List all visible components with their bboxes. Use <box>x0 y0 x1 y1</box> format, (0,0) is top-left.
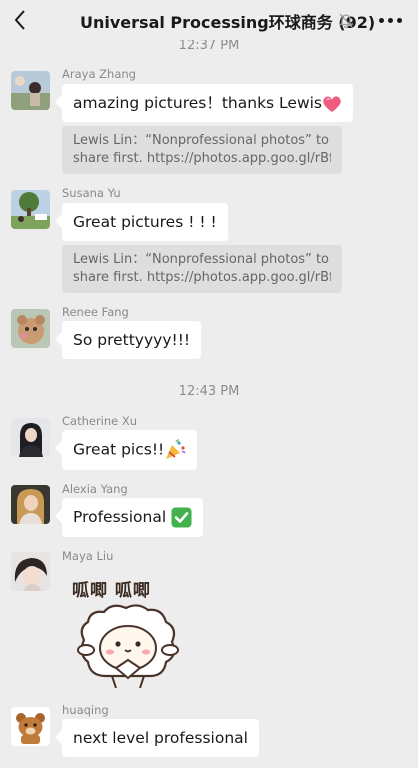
heart-emoji-icon <box>323 95 341 112</box>
mute-bell-icon <box>339 13 353 28</box>
sender-name: Catherine Xu <box>62 414 138 428</box>
avatar[interactable] <box>11 485 50 524</box>
avatar[interactable] <box>11 309 50 348</box>
avatar[interactable] <box>11 707 50 746</box>
message-bubble[interactable]: amazing pictures！thanks Lewis <box>62 84 353 122</box>
message-bubble[interactable]: Professional <box>62 498 204 537</box>
sender-name: huaqing <box>62 703 109 717</box>
sticker-text: 呱唧 呱唧 <box>72 581 151 601</box>
sender-name: Araya Zhang <box>62 67 136 81</box>
check-mark-icon <box>171 507 192 528</box>
party-popper-icon <box>166 439 186 459</box>
quote-line: Lewis Lin：“Nonprofessional photos” to <box>73 133 329 148</box>
timestamp: 12:37 PM <box>178 38 240 53</box>
message-text: Professional <box>73 508 167 526</box>
message-bubble[interactable]: Great pictures ! ! ! <box>62 203 228 241</box>
message-text: Great pictures ! ! ! <box>73 213 217 231</box>
chat-header: Universal Processing环球商务 (92) <box>0 0 418 40</box>
sender-name: Renee Fang <box>62 305 129 319</box>
avatar[interactable] <box>11 190 50 229</box>
message-bubble[interactable]: So prettyyyy!!! <box>62 321 202 359</box>
quote-line: Lewis Lin：“Nonprofessional photos” to <box>73 252 329 267</box>
message-bubble[interactable]: next level professional <box>62 719 259 757</box>
quoted-message[interactable]: Lewis Lin：“Nonprofessional photos” to sh… <box>62 245 342 293</box>
quoted-message[interactable]: Lewis Lin：“Nonprofessional photos” to sh… <box>62 126 342 174</box>
sender-name: Alexia Yang <box>62 482 128 496</box>
message-text: So prettyyyy!!! <box>73 331 191 349</box>
message-text: amazing pictures！thanks Lewis <box>73 94 322 112</box>
sheep-sticker-icon <box>77 604 179 688</box>
quote-line: share first. https://photos.app.goo.gl/r… <box>73 151 331 166</box>
message-text: next level professional <box>73 729 248 747</box>
chat-title: Universal Processing环球商务 (92) <box>80 13 376 32</box>
sender-name: Maya Liu <box>62 549 114 563</box>
avatar[interactable] <box>11 71 50 110</box>
quote-line: share first. https://photos.app.goo.gl/r… <box>73 270 331 285</box>
back-arrow-icon[interactable] <box>10 7 32 33</box>
avatar[interactable] <box>11 418 50 457</box>
more-options-icon[interactable] <box>379 18 403 24</box>
sticker[interactable]: 呱唧 呱唧 <box>62 570 192 695</box>
timestamp: 12:43 PM <box>178 384 240 399</box>
sender-name: Susana Yu <box>62 186 121 200</box>
message-bubble[interactable]: Great pics!! <box>62 430 198 470</box>
avatar[interactable] <box>11 552 50 591</box>
message-text: Great pics!! <box>73 440 165 459</box>
